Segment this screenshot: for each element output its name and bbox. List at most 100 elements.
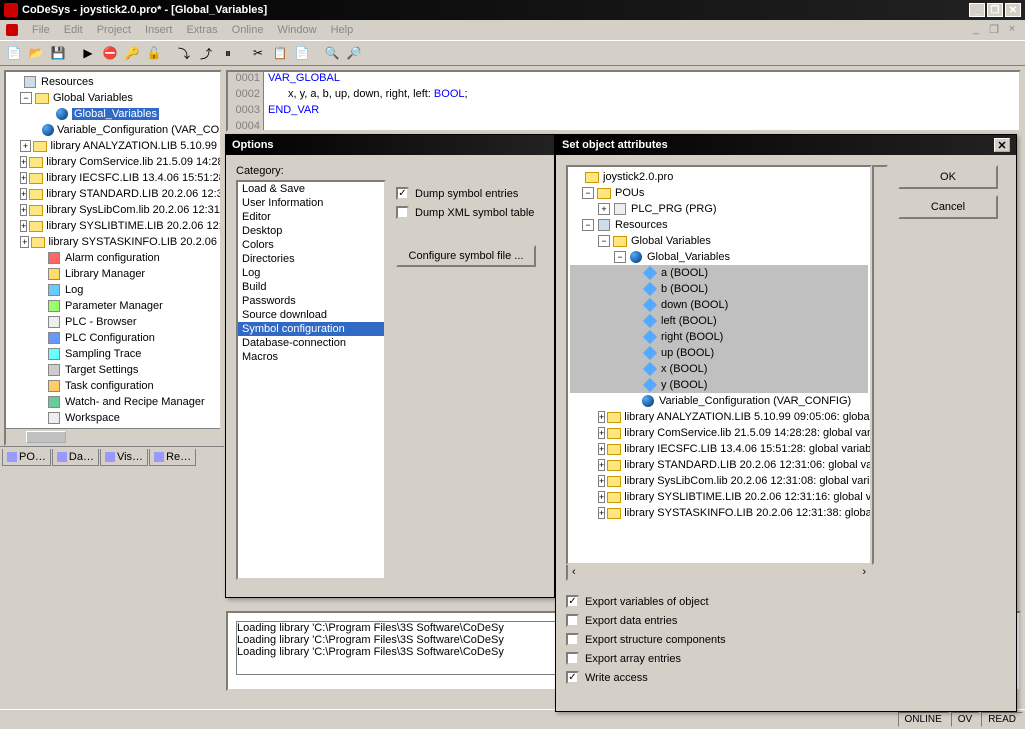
find-button[interactable]: 🔍 xyxy=(322,43,342,63)
cat-item[interactable]: User Information xyxy=(238,196,384,210)
resources-tree[interactable]: Resources −Global Variables Global_Varia… xyxy=(6,72,220,428)
menu-file[interactable]: File xyxy=(32,24,50,36)
tree-lib[interactable]: library ComService.lib 21.5.09 14:28 xyxy=(45,156,220,168)
menu-window[interactable]: Window xyxy=(277,24,316,36)
category-list[interactable]: Load & Save User Information Editor Desk… xyxy=(236,180,386,580)
attrib-close-button[interactable]: ✕ xyxy=(994,138,1010,152)
menu-edit[interactable]: Edit xyxy=(64,24,83,36)
attrib-gv[interactable]: Global_Variables xyxy=(646,251,731,263)
attrib-tree[interactable]: joystick2.0.pro −POUs +PLC_PRG (PRG) −Re… xyxy=(566,165,872,565)
cat-item-symbol[interactable]: Symbol configuration xyxy=(238,322,384,336)
cat-item[interactable]: Log xyxy=(238,266,384,280)
attrib-lib[interactable]: library SysLibCom.lib 20.2.06 12:31:08: … xyxy=(623,475,872,487)
export-vars-checkbox[interactable]: ✓ xyxy=(566,595,579,608)
attrib-proj[interactable]: joystick2.0.pro xyxy=(602,171,674,183)
attrib-vscroll[interactable] xyxy=(872,165,888,565)
new-button[interactable]: 📄 xyxy=(4,43,24,63)
cat-item[interactable]: Load & Save xyxy=(238,182,384,196)
attrib-globalvars[interactable]: Global Variables xyxy=(630,235,712,247)
attrib-lib[interactable]: library IECSFC.LIB 13.4.06 15:51:28: glo… xyxy=(623,443,872,455)
attrib-plcprg[interactable]: PLC_PRG (PRG) xyxy=(630,203,718,215)
tree-item[interactable]: Workspace xyxy=(64,412,121,424)
attrib-lib[interactable]: library ANALYZATION.LIB 5.10.99 09:05:06… xyxy=(623,411,872,423)
findnext-button[interactable]: 🔎 xyxy=(344,43,364,63)
export-array-checkbox[interactable] xyxy=(566,652,579,665)
tree-lib[interactable]: library ANALYZATION.LIB 5.10.99 xyxy=(50,140,219,152)
cancel-button[interactable]: Cancel xyxy=(898,195,998,219)
tree-item[interactable]: Watch- and Recipe Manager xyxy=(64,396,206,408)
attrib-lib[interactable]: library STANDARD.LIB 20.2.06 12:31:06: g… xyxy=(623,459,872,471)
attrib-lib[interactable]: library SYSLIBTIME.LIB 20.2.06 12:31:16:… xyxy=(623,491,872,503)
configure-symbol-button[interactable]: Configure symbol file ... xyxy=(396,245,536,267)
cat-item[interactable]: Macros xyxy=(238,350,384,364)
tree-item[interactable]: Sampling Trace xyxy=(64,348,142,360)
open-button[interactable]: 📂 xyxy=(26,43,46,63)
tree-item[interactable]: Alarm configuration xyxy=(64,252,161,264)
run-button[interactable]: ▶ xyxy=(78,43,98,63)
tree-item[interactable]: Target Settings xyxy=(64,364,139,376)
tree-hscroll[interactable] xyxy=(6,428,220,444)
cat-item[interactable]: Editor xyxy=(238,210,384,224)
tab-vis[interactable]: Vis… xyxy=(100,449,148,466)
cat-item[interactable]: Database-connection xyxy=(238,336,384,350)
stepover-button[interactable]: ⤴ xyxy=(196,43,216,63)
attrib-lib[interactable]: library SYSTASKINFO.LIB 20.2.06 12:31:38… xyxy=(623,507,872,519)
cat-item[interactable]: Directories xyxy=(238,252,384,266)
attrib-hscroll[interactable]: ‹› xyxy=(566,565,872,581)
stop-button[interactable]: ⛔ xyxy=(100,43,120,63)
mdi-close-icon[interactable]: × xyxy=(1005,23,1019,37)
menu-extras[interactable]: Extras xyxy=(186,24,217,36)
attrib-var[interactable]: left (BOOL) xyxy=(660,315,718,327)
attrib-var[interactable]: a (BOOL) xyxy=(660,267,709,279)
step-button[interactable]: ⤵ xyxy=(174,43,194,63)
attrib-var[interactable]: right (BOOL) xyxy=(660,331,724,343)
copy-button[interactable]: 📋 xyxy=(270,43,290,63)
close-button[interactable]: ✕ xyxy=(1005,3,1021,17)
tree-lib[interactable]: library SYSLIBTIME.LIB 20.2.06 12:31 xyxy=(45,220,220,232)
tab-pous[interactable]: PO… xyxy=(2,449,51,466)
menu-online[interactable]: Online xyxy=(232,24,264,36)
paste-button[interactable]: 📄 xyxy=(292,43,312,63)
tree-item[interactable]: Parameter Manager xyxy=(64,300,164,312)
break-button[interactable]: ⏸ xyxy=(218,43,238,63)
attrib-varconfig[interactable]: Variable_Configuration (VAR_CONFIG) xyxy=(658,395,852,407)
minimize-button[interactable]: _ xyxy=(969,3,985,17)
tree-lib[interactable]: library STANDARD.LIB 20.2.06 12:31 xyxy=(45,188,220,200)
mdi-minimize-icon[interactable]: _ xyxy=(969,23,983,37)
attrib-var[interactable]: x (BOOL) xyxy=(660,363,708,375)
login-button[interactable]: 🔑 xyxy=(122,43,142,63)
tree-globalvars[interactable]: Global Variables xyxy=(52,92,134,104)
menu-insert[interactable]: Insert xyxy=(145,24,173,36)
tree-lib[interactable]: library SYSTASKINFO.LIB 20.2.06 xyxy=(47,236,218,248)
cat-item[interactable]: Source download xyxy=(238,308,384,322)
menu-project[interactable]: Project xyxy=(97,24,131,36)
cat-item[interactable]: Build xyxy=(238,280,384,294)
tree-item[interactable]: Library Manager xyxy=(64,268,146,280)
mdi-restore-icon[interactable]: ❐ xyxy=(987,23,1001,37)
menu-help[interactable]: Help xyxy=(331,24,354,36)
tree-item[interactable]: PLC Configuration xyxy=(64,332,156,344)
dump-symbol-checkbox[interactable]: ✓ xyxy=(396,187,409,200)
attrib-resources[interactable]: Resources xyxy=(614,219,669,231)
tab-data[interactable]: Da… xyxy=(52,449,99,466)
tree-item[interactable]: Task configuration xyxy=(64,380,155,392)
save-button[interactable]: 💾 xyxy=(48,43,68,63)
attrib-lib[interactable]: library ComService.lib 21.5.09 14:28:28:… xyxy=(623,427,872,439)
export-data-checkbox[interactable] xyxy=(566,614,579,627)
logout-button[interactable]: 🔓 xyxy=(144,43,164,63)
cat-item[interactable]: Passwords xyxy=(238,294,384,308)
write-access-checkbox[interactable]: ✓ xyxy=(566,671,579,684)
cat-item[interactable]: Colors xyxy=(238,238,384,252)
attrib-var[interactable]: up (BOOL) xyxy=(660,347,715,359)
tree-lib[interactable]: library SysLibCom.lib 20.2.06 12:31 xyxy=(45,204,220,216)
cat-item[interactable]: Desktop xyxy=(238,224,384,238)
attrib-var[interactable]: down (BOOL) xyxy=(660,299,729,311)
maximize-button[interactable]: ❐ xyxy=(987,3,1003,17)
tree-root[interactable]: Resources xyxy=(40,76,95,88)
attrib-pous[interactable]: POUs xyxy=(614,187,645,199)
ok-button[interactable]: OK xyxy=(898,165,998,189)
dump-xml-checkbox[interactable] xyxy=(396,206,409,219)
code-editor[interactable]: 0001VAR_GLOBAL 0002x, y, a, b, up, down,… xyxy=(226,70,1021,132)
attrib-var[interactable]: y (BOOL) xyxy=(660,379,708,391)
cut-button[interactable]: ✂ xyxy=(248,43,268,63)
